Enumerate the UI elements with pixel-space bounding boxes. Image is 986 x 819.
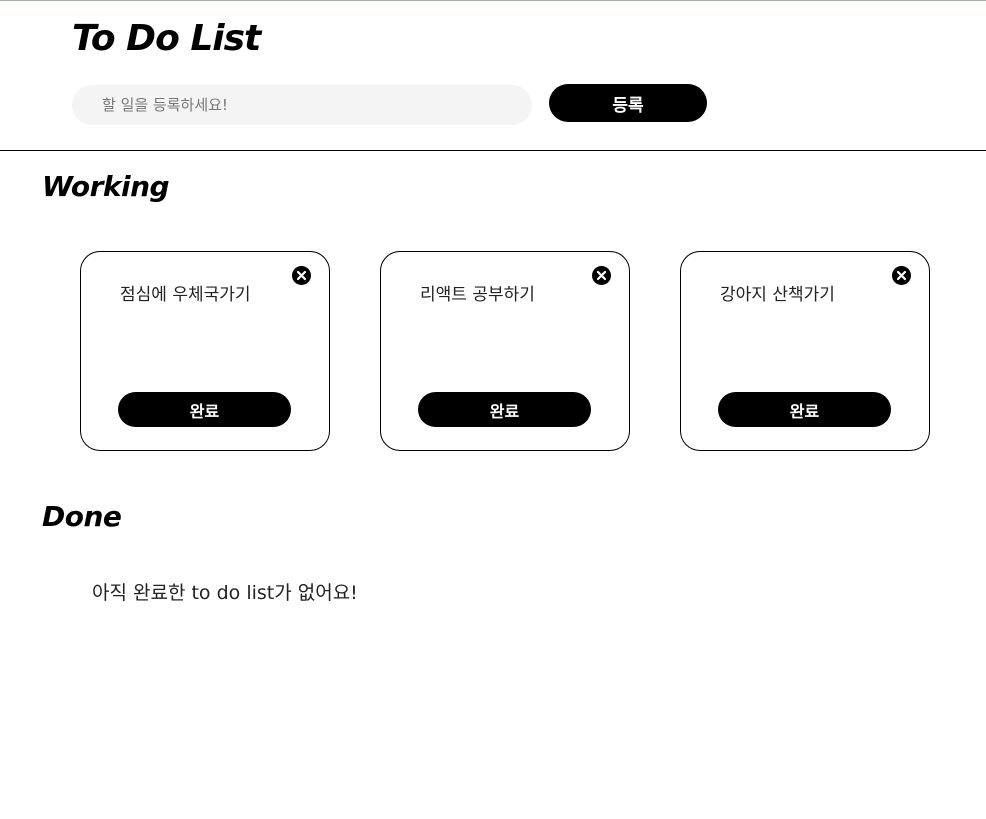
todo-card: 강아지 산책가기 완료 (680, 251, 930, 451)
close-circle-icon[interactable] (592, 266, 611, 285)
working-section-title: Working (42, 170, 170, 203)
close-circle-icon[interactable] (892, 266, 911, 285)
done-empty-message: 아직 완료한 to do list가 없어요! (92, 582, 358, 604)
add-button[interactable]: 등록 (549, 84, 707, 122)
todo-input[interactable] (72, 85, 532, 125)
todo-card-text: 리액트 공부하기 (420, 285, 535, 305)
done-section-title: Done (42, 500, 122, 533)
todo-card-text: 점심에 우체국가기 (120, 285, 251, 305)
complete-button[interactable]: 완료 (118, 392, 291, 427)
todo-card: 점심에 우체국가기 완료 (80, 251, 330, 451)
complete-button[interactable]: 완료 (418, 392, 591, 427)
close-circle-icon[interactable] (292, 266, 311, 285)
todo-card: 리액트 공부하기 완료 (380, 251, 630, 451)
todo-card-text: 강아지 산책가기 (720, 285, 835, 305)
complete-button[interactable]: 완료 (718, 392, 891, 427)
header: To Do List 등록 (0, 0, 986, 151)
app-title: To Do List (72, 18, 261, 59)
